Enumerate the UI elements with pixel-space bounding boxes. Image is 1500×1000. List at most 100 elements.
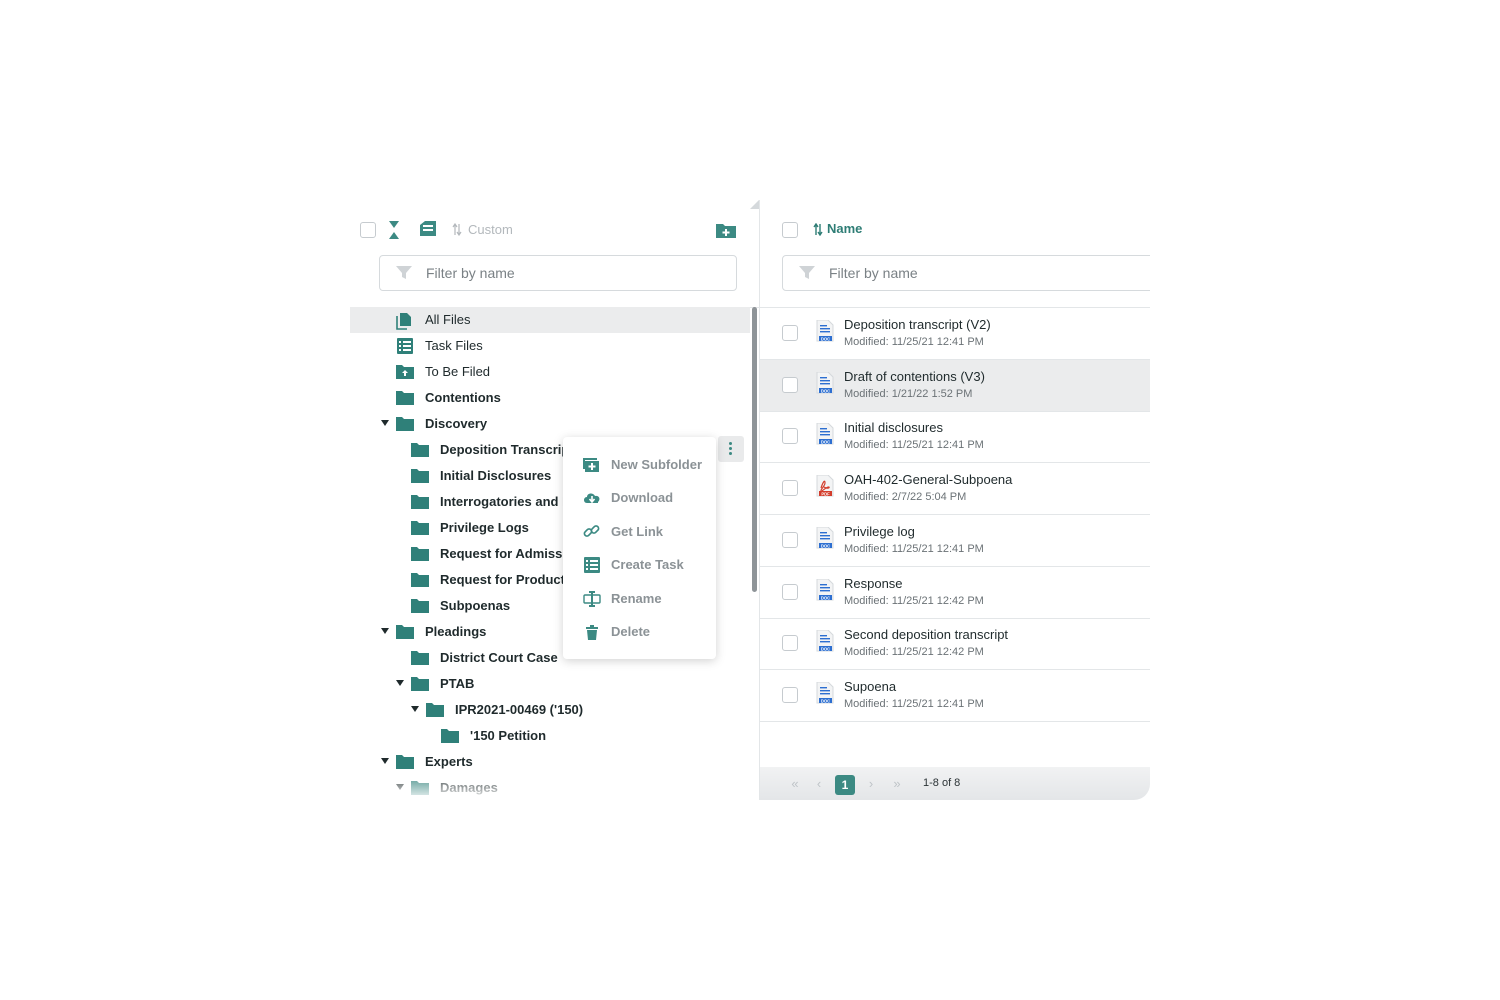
- tree-item-label: Experts: [425, 754, 473, 769]
- file-checkbox[interactable]: [782, 428, 798, 445]
- folder-icon: [411, 494, 429, 515]
- tree-item-label: To Be Filed: [425, 364, 491, 379]
- select-all-files-checkbox[interactable]: [782, 222, 798, 238]
- svg-text:DOC: DOC: [821, 646, 830, 651]
- filter-icon: [396, 266, 412, 279]
- folder-filter-input[interactable]: [426, 263, 666, 283]
- tree-item-label: Privilege Logs: [440, 520, 529, 535]
- file-name[interactable]: Response: [844, 576, 903, 591]
- folder-icon: [411, 572, 429, 593]
- tree-item-all-files[interactable]: All Files: [350, 307, 750, 333]
- file-manager: Custom All Files Task Files To Be Filed Con…: [350, 200, 1150, 800]
- prev-page-button[interactable]: ‹: [810, 775, 828, 793]
- menu-item-label: Rename: [611, 590, 662, 606]
- sort-name-label[interactable]: Name: [827, 221, 862, 236]
- folder-context-menu: New Subfolder Download Get Link Create Task…: [563, 437, 716, 659]
- folder-tree-panel: Custom All Files Task Files To Be Filed Con…: [350, 200, 760, 800]
- file-row[interactable]: DOC Response Modified: 11/25/21 12:42 PM: [760, 567, 1150, 618]
- task-list-icon: [583, 557, 601, 578]
- tree-item-label: Deposition Transcript: [440, 442, 574, 457]
- folder-icon: [411, 650, 429, 671]
- folder-icon: [396, 624, 414, 645]
- add-folder-icon[interactable]: [716, 222, 736, 238]
- file-checkbox[interactable]: [782, 376, 798, 393]
- file-checkbox[interactable]: [782, 325, 798, 341]
- file-checkbox[interactable]: [782, 583, 798, 600]
- svg-text:DOC: DOC: [821, 440, 830, 445]
- file-name[interactable]: Initial disclosures: [844, 420, 943, 435]
- file-stack-icon: [396, 312, 412, 335]
- tree-item-label: All Files: [425, 312, 471, 327]
- file-row[interactable]: PDF OAH-402-General-Subpoena Modified: 2/7…: [760, 463, 1150, 514]
- tree-item-label: PTAB: [440, 676, 475, 691]
- sort-icon[interactable]: [452, 223, 462, 236]
- expand-caret-icon[interactable]: [381, 758, 389, 764]
- tree-item-label: IPR2021-00469 ('150): [455, 702, 584, 717]
- folder-more-button[interactable]: [718, 436, 744, 462]
- tree-item-ipr2021-00469-150[interactable]: IPR2021-00469 ('150): [350, 697, 750, 723]
- menu-item-create-task[interactable]: Create Task: [563, 550, 716, 580]
- file-filter[interactable]: [782, 255, 1150, 291]
- file-row[interactable]: DOC Initial disclosures Modified: 11/25/21…: [760, 411, 1150, 462]
- file-row[interactable]: DOC Supoena Modified: 11/25/21 12:41 PM: [760, 670, 1150, 721]
- sort-label[interactable]: Custom: [468, 222, 513, 237]
- file-checkbox[interactable]: [782, 635, 798, 652]
- menu-item-rename[interactable]: Rename: [563, 584, 716, 614]
- sort-icon[interactable]: [813, 223, 823, 236]
- expand-caret-icon[interactable]: [381, 420, 389, 426]
- expand-caret-icon[interactable]: [411, 706, 419, 712]
- pagination: « ‹ 1 › » 1-8 of 8: [760, 767, 1150, 800]
- tree-item-label: Subpoenas: [440, 598, 511, 613]
- resize-corner[interactable]: [750, 200, 759, 209]
- folder-icon: [411, 676, 429, 697]
- file-modified: Modified: 11/25/21 12:42 PM: [844, 594, 984, 607]
- file-row[interactable]: DOC Deposition transcript (V2) Modified: 1…: [760, 308, 1150, 359]
- last-page-button[interactable]: »: [888, 775, 906, 793]
- file-row[interactable]: DOC Draft of contentions (V3) Modified: 1/…: [760, 359, 1150, 411]
- tree-item-to-be-filed[interactable]: To Be Filed: [350, 359, 750, 385]
- folder-filter[interactable]: [379, 255, 737, 291]
- tree-item-ptab[interactable]: PTAB: [350, 671, 750, 697]
- next-page-button[interactable]: ›: [862, 775, 880, 793]
- svg-text:DOC: DOC: [821, 388, 830, 393]
- file-list-panel: Name DOC Deposition transcript (V2) Modifi…: [760, 200, 1150, 800]
- file-row[interactable]: DOC Privilege log Modified: 11/25/21 12:41…: [760, 515, 1150, 566]
- first-page-button[interactable]: «: [786, 775, 804, 793]
- menu-item-delete[interactable]: Delete: [563, 617, 716, 647]
- doc-file-icon: DOC: [816, 681, 834, 709]
- expand-caret-icon[interactable]: [381, 628, 389, 634]
- tree-item-task-files[interactable]: Task Files: [350, 333, 750, 359]
- collapse-all-icon[interactable]: [388, 220, 400, 240]
- select-all-folders-checkbox[interactable]: [360, 222, 376, 238]
- expand-caret-icon[interactable]: [396, 680, 404, 686]
- file-name[interactable]: Privilege log: [844, 524, 915, 539]
- tree-item-discovery[interactable]: Discovery: [350, 411, 750, 437]
- file-checkbox[interactable]: [782, 480, 798, 497]
- tree-item-150-petition[interactable]: '150 Petition: [350, 723, 750, 749]
- file-name[interactable]: Supoena: [844, 679, 896, 694]
- tree-scrollbar[interactable]: [752, 307, 757, 592]
- svg-text:DOC: DOC: [821, 698, 830, 703]
- file-name[interactable]: Second deposition transcript: [844, 627, 1008, 642]
- menu-item-new-subfolder[interactable]: New Subfolder: [563, 450, 716, 480]
- doc-file-icon: DOC: [816, 526, 834, 554]
- current-page[interactable]: 1: [835, 775, 855, 795]
- file-filter-input[interactable]: [829, 263, 1069, 283]
- folder-view-icon[interactable]: [418, 220, 438, 238]
- file-checkbox[interactable]: [782, 686, 798, 703]
- file-name[interactable]: OAH-402-General-Subpoena: [844, 472, 1012, 487]
- folder-toolbar: Custom: [350, 218, 750, 242]
- tree-item-contentions[interactable]: Contentions: [350, 385, 750, 411]
- file-name[interactable]: Deposition transcript (V2): [844, 317, 991, 332]
- file-row[interactable]: DOC Second deposition transcript Modified:…: [760, 618, 1150, 669]
- menu-item-label: Create Task: [611, 557, 684, 573]
- file-modified: Modified: 11/25/21 12:41 PM: [844, 439, 984, 452]
- folder-upload-icon: [396, 364, 414, 385]
- tree-item-label: Pleadings: [425, 624, 487, 639]
- file-name[interactable]: Draft of contentions (V3): [844, 369, 985, 384]
- menu-item-download[interactable]: Download: [563, 483, 716, 513]
- file-checkbox[interactable]: [782, 531, 798, 548]
- tree-item-label: Interrogatories and R: [440, 494, 572, 509]
- menu-item-get-link[interactable]: Get Link: [563, 517, 716, 547]
- svg-text:DOC: DOC: [821, 595, 830, 600]
